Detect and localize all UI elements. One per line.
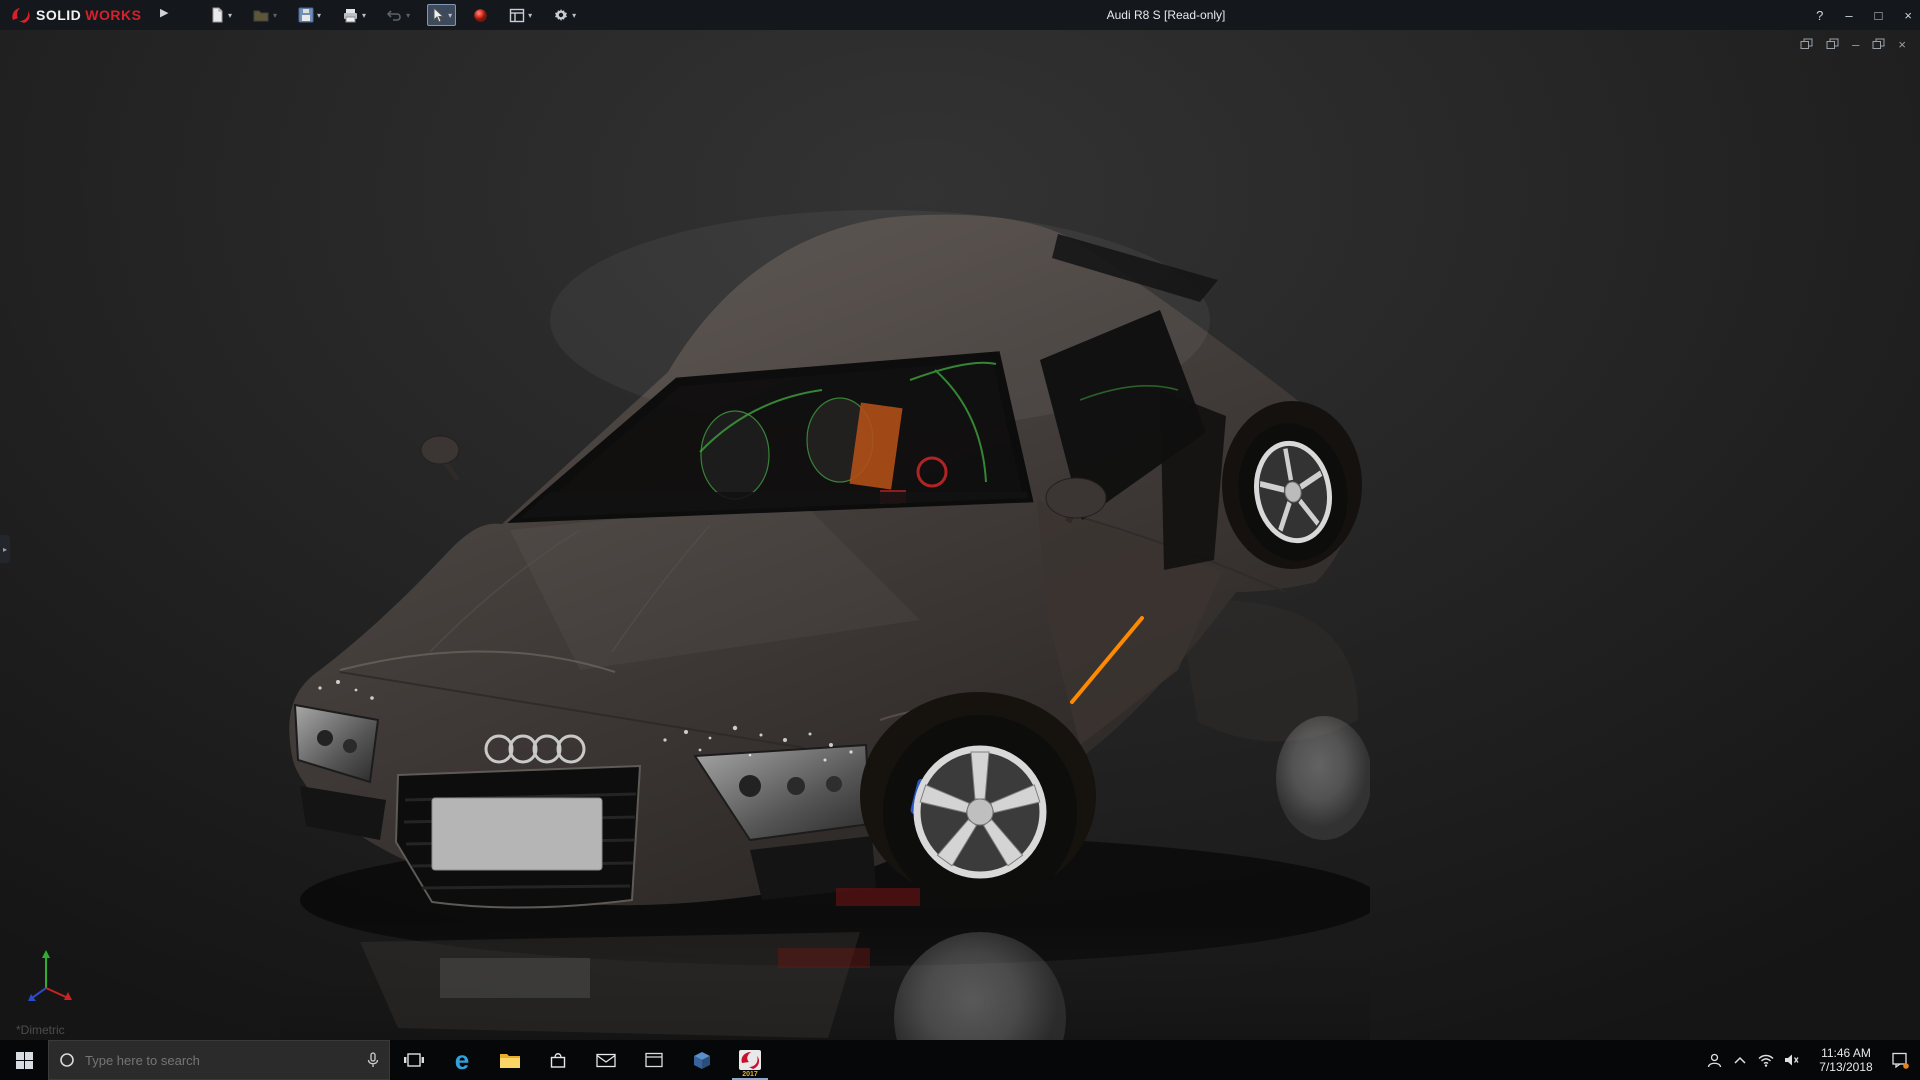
options-button[interactable]: ▾ [549,4,580,26]
orientation-triad [26,948,78,1006]
view-report-button[interactable]: ▾ [505,5,536,26]
undo-arrow-icon [387,8,403,22]
cortana-ring-icon [59,1052,75,1068]
doc-minimize-button[interactable]: – [1852,39,1859,51]
new-document-button[interactable]: ▾ [205,4,236,26]
volume-button[interactable] [1779,1053,1805,1067]
car-model[interactable] [280,200,1370,1040]
quick-access-toolbar: ▾ ▾ ▾ [205,0,580,30]
solidworks-titlebar: SOLIDWORKS ▶ ▾ ▾ [0,0,1920,30]
save-floppy-icon [298,7,314,23]
cascade-windows-icon[interactable] [1826,38,1839,52]
license-plate [432,798,602,870]
dropdown-caret-icon[interactable]: ▾ [528,11,532,20]
brand-solid: SOLID [36,7,81,23]
gear-icon [553,7,569,23]
maximize-button[interactable]: □ [1875,8,1883,23]
solidworks-app-icon [738,1049,762,1071]
save-button[interactable]: ▾ [294,4,325,26]
select-cursor-icon [431,7,445,23]
desktop: SOLIDWORKS ▶ ▾ ▾ [0,0,1920,1080]
windows-taskbar: e [0,1040,1920,1080]
doc-close-button[interactable]: × [1898,39,1906,51]
print-button[interactable]: ▾ [338,5,370,26]
file-explorer-button[interactable] [486,1040,534,1080]
left-mirror[interactable] [421,436,459,480]
network-button[interactable] [1753,1054,1779,1067]
open-folder-icon [253,8,270,23]
featuremanager-flyout-tab[interactable]: ▸ [0,535,10,563]
solidworks-taskbar-button[interactable]: 2017 [726,1040,774,1080]
microphone-icon[interactable] [367,1052,379,1068]
cube-icon [693,1051,711,1070]
wifi-icon [1758,1054,1774,1067]
clock-date: 7/13/2018 [1809,1060,1883,1074]
speaker-icon [1784,1053,1800,1067]
composer-button[interactable] [678,1040,726,1080]
red-sphere-icon [473,8,488,23]
search-input[interactable] [83,1052,359,1069]
mail-icon [596,1053,616,1068]
taskbar-search[interactable] [48,1040,390,1080]
people-icon [1707,1053,1722,1068]
select-tool-button[interactable]: ▾ [427,4,456,26]
front-wheel[interactable] [883,715,1077,909]
dassault-logo-icon [10,6,32,24]
tray-overflow-button[interactable] [1727,1056,1753,1064]
window-title: Audi R8 S [Read-only] [1107,8,1226,22]
action-center-icon [1892,1052,1909,1069]
minimize-button[interactable]: – [1845,8,1852,23]
red-accent [836,888,920,906]
system-tray: 11:46 AM 7/13/2018 [1701,1040,1920,1080]
menu-flyout-arrow[interactable]: ▶ [160,6,168,19]
undo-button[interactable]: ▾ [383,5,414,25]
close-button[interactable]: × [1904,8,1912,23]
new-document-icon [209,7,225,23]
solidworks-logo: SOLIDWORKS [10,0,141,30]
app-window-button[interactable] [630,1040,678,1080]
notification-badge [1903,1063,1909,1069]
app-window-icon [645,1052,663,1068]
dropdown-caret-icon[interactable]: ▾ [273,11,277,20]
edge-button[interactable]: e [438,1040,486,1080]
document-window-controls: – × [1800,38,1906,52]
store-button[interactable] [534,1040,582,1080]
graphics-viewport[interactable]: – × ▸ [0,30,1920,1040]
printer-icon [342,8,359,23]
window-controls: ? – □ × [1816,0,1912,30]
edge-icon: e [455,1045,469,1076]
doc-restore-button[interactable] [1872,38,1885,52]
chevron-up-icon [1734,1056,1746,1064]
clock-time: 11:46 AM [1809,1046,1883,1060]
dropdown-caret-icon[interactable]: ▾ [406,11,410,20]
dropdown-caret-icon[interactable]: ▾ [572,11,576,20]
brand-works: WORKS [85,7,141,23]
tile-windows-icon[interactable] [1800,38,1813,52]
open-document-button[interactable]: ▾ [249,5,281,26]
dropdown-caret-icon[interactable]: ▾ [228,11,232,20]
task-view-icon [404,1052,424,1068]
dropdown-caret-icon[interactable]: ▾ [448,11,452,20]
task-view-button[interactable] [390,1040,438,1080]
start-button[interactable] [0,1040,48,1080]
dropdown-caret-icon[interactable]: ▾ [362,11,366,20]
appearance-button[interactable] [469,5,492,26]
front-grille[interactable] [396,766,640,908]
taskbar-clock[interactable]: 11:46 AM 7/13/2018 [1805,1046,1887,1074]
report-panel-icon [509,8,525,23]
windows-logo-icon [16,1052,33,1069]
action-center-button[interactable] [1887,1052,1913,1069]
solidworks-year-label: 2017 [726,1071,774,1078]
mail-button[interactable] [582,1040,630,1080]
file-explorer-icon [499,1051,521,1069]
help-button[interactable]: ? [1816,8,1823,23]
people-button[interactable] [1701,1053,1727,1068]
dropdown-caret-icon[interactable]: ▾ [317,11,321,20]
view-orientation-label: *Dimetric [16,1023,65,1037]
store-bag-icon [549,1051,567,1069]
